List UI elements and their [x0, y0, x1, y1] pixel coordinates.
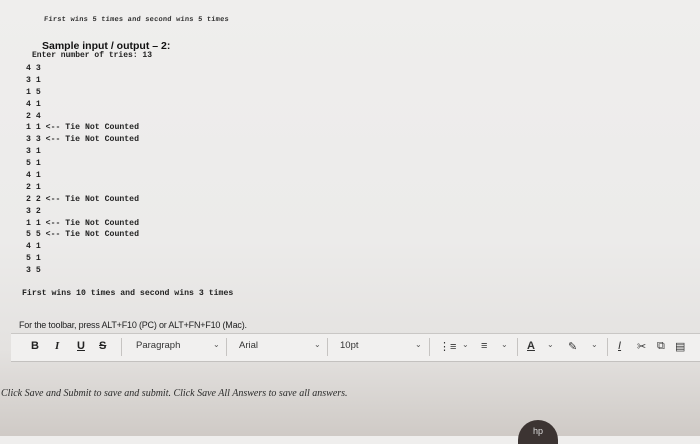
chevron-down-icon[interactable]: ⌄	[415, 340, 422, 349]
italic-button[interactable]: I	[55, 340, 59, 352]
strikethrough-button[interactable]: S	[99, 340, 106, 352]
paragraph-select[interactable]: Paragraph	[136, 340, 180, 351]
clear-formatting-icon[interactable]: I	[618, 340, 621, 352]
copy-icon[interactable]: ⧉	[657, 340, 665, 353]
numbered-list-icon[interactable]: ≡	[481, 340, 487, 352]
prompt-line: Enter number of tries: 13	[32, 51, 153, 60]
output-line: 4 1	[26, 242, 41, 252]
toolbar-divider	[327, 338, 328, 356]
toolbar-divider	[517, 338, 518, 356]
output-line: 3 5	[26, 266, 41, 276]
output-line: 5 5 <-- Tie Not Counted	[26, 230, 140, 240]
laptop-logo: hp	[518, 420, 558, 444]
output-lines: 4 3 3 1 1 5 4 1 2 4 1 1 <-- Tie Not Coun…	[26, 63, 139, 277]
output-line: 5 1	[26, 254, 41, 264]
output-line: 1 1 <-- Tie Not Counted	[26, 218, 140, 228]
underline-button[interactable]: U	[77, 340, 85, 352]
previous-output-line: First wins 5 times and second wins 5 tim…	[43, 16, 230, 24]
chevron-down-icon[interactable]: ⌄	[591, 340, 598, 349]
output-line: 3 1	[26, 75, 41, 85]
editor-toolbar: B I U S Paragraph ⌄ Arial ⌄ 10pt ⌄ ⋮≡ ⌄ …	[11, 333, 700, 362]
font-size-select[interactable]: 10pt	[340, 340, 359, 351]
paste-icon[interactable]: ▤	[675, 340, 685, 353]
output-line: 4 1	[26, 171, 41, 181]
output-line: 4 3	[26, 64, 41, 73]
toolbar-divider	[226, 338, 227, 356]
output-line: 4 1	[26, 99, 41, 109]
bold-button[interactable]: B	[31, 340, 39, 352]
bulleted-list-icon[interactable]: ⋮≡	[439, 340, 456, 353]
output-line: 3 3 <-- Tie Not Counted	[26, 135, 140, 145]
chevron-down-icon[interactable]: ⌄	[547, 340, 554, 349]
chevron-down-icon[interactable]: ⌄	[501, 340, 508, 349]
toolbar-divider	[429, 338, 430, 356]
output-line: 2 2 <-- Tie Not Counted	[26, 194, 140, 204]
output-line: 3 1	[26, 147, 41, 157]
output-line: 2 1	[26, 182, 41, 192]
chevron-down-icon[interactable]: ⌄	[314, 340, 321, 349]
output-line: 3 2	[26, 206, 41, 216]
output-line: 1 5	[26, 87, 41, 97]
toolbar-hint: For the toolbar, press ALT+F10 (PC) or A…	[19, 320, 247, 330]
text-color-icon[interactable]: A	[527, 340, 535, 352]
chevron-down-icon[interactable]: ⌄	[462, 340, 469, 349]
output-line: 1 1 <-- Tie Not Counted	[26, 123, 140, 133]
chevron-down-icon[interactable]: ⌄	[213, 340, 220, 349]
font-family-select[interactable]: Arial	[239, 340, 258, 351]
output-line: 2 4	[26, 111, 41, 121]
highlight-color-icon[interactable]: ✎	[568, 340, 577, 353]
result-line: First wins 10 times and second wins 3 ti…	[22, 289, 234, 298]
output-line: 5 1	[26, 159, 41, 169]
cut-icon[interactable]: ✂	[637, 340, 646, 353]
toolbar-divider	[607, 338, 608, 356]
toolbar-divider	[121, 338, 122, 356]
submit-instructions: Click Save and Submit to save and submit…	[1, 388, 348, 399]
